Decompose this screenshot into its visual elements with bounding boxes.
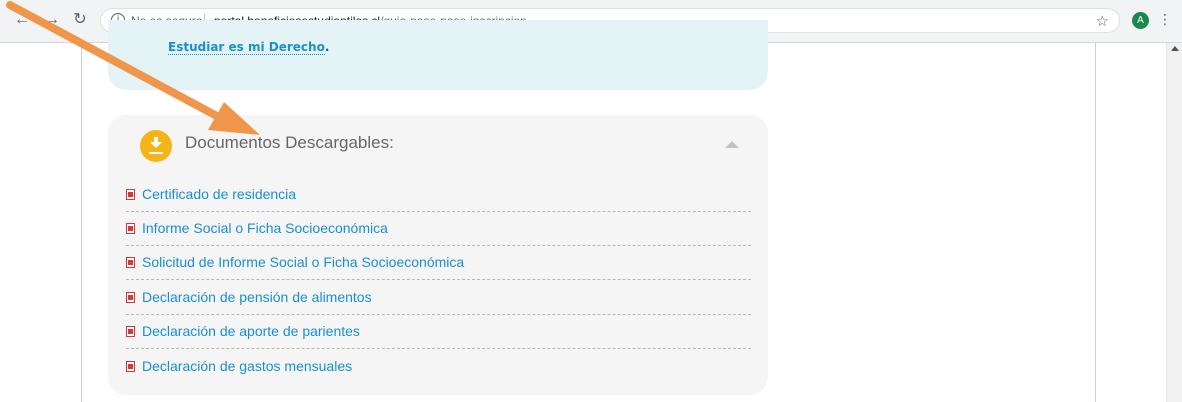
forward-arrow-icon[interactable]: → — [42, 10, 62, 30]
back-arrow-icon[interactable]: ← — [12, 10, 32, 30]
document-link[interactable]: Solicitud de Informe Social o Ficha Soci… — [126, 254, 751, 280]
kebab-menu-icon[interactable]: ⋮ — [1158, 12, 1172, 28]
profile-avatar[interactable]: A — [1132, 12, 1149, 29]
pdf-icon — [126, 292, 135, 303]
download-bar-glyph — [149, 152, 163, 154]
info-box — [108, 20, 768, 90]
scroll-up-icon[interactable] — [1171, 46, 1179, 51]
pdf-icon — [126, 257, 135, 268]
document-link[interactable]: Declaración de gastos mensuales — [126, 358, 751, 383]
document-label[interactable]: Declaración de aporte de parientes — [142, 323, 360, 339]
document-link[interactable]: Informe Social o Ficha Socioeconómica — [126, 220, 751, 246]
vertical-scrollbar[interactable] — [1166, 43, 1182, 402]
collapse-chevron-icon[interactable] — [725, 141, 739, 148]
document-link[interactable]: Declaración de aporte de parientes — [126, 323, 751, 349]
download-arrow-glyph — [150, 137, 162, 148]
page-border-left — [81, 43, 82, 402]
estudiar-link[interactable]: Estudiar es mi Derecho. — [168, 40, 329, 55]
document-link[interactable]: Declaración de pensión de alimentos — [126, 289, 751, 315]
document-label[interactable]: Certificado de residencia — [142, 186, 296, 202]
document-label[interactable]: Informe Social o Ficha Socioeconómica — [142, 220, 388, 236]
document-link[interactable]: Certificado de residencia — [126, 186, 751, 212]
pdf-icon — [126, 326, 135, 337]
documents-title: Documentos Descargables: — [185, 133, 394, 152]
pdf-icon — [126, 361, 135, 372]
page-border-right — [1095, 43, 1096, 402]
document-label[interactable]: Declaración de gastos mensuales — [142, 358, 352, 374]
document-label[interactable]: Solicitud de Informe Social o Ficha Soci… — [142, 254, 464, 270]
reload-icon[interactable]: ↻ — [70, 10, 90, 30]
document-label[interactable]: Declaración de pensión de alimentos — [142, 289, 372, 305]
pdf-icon — [126, 223, 135, 234]
pdf-icon — [126, 189, 135, 200]
bookmark-star-icon[interactable]: ☆ — [1096, 12, 1109, 30]
